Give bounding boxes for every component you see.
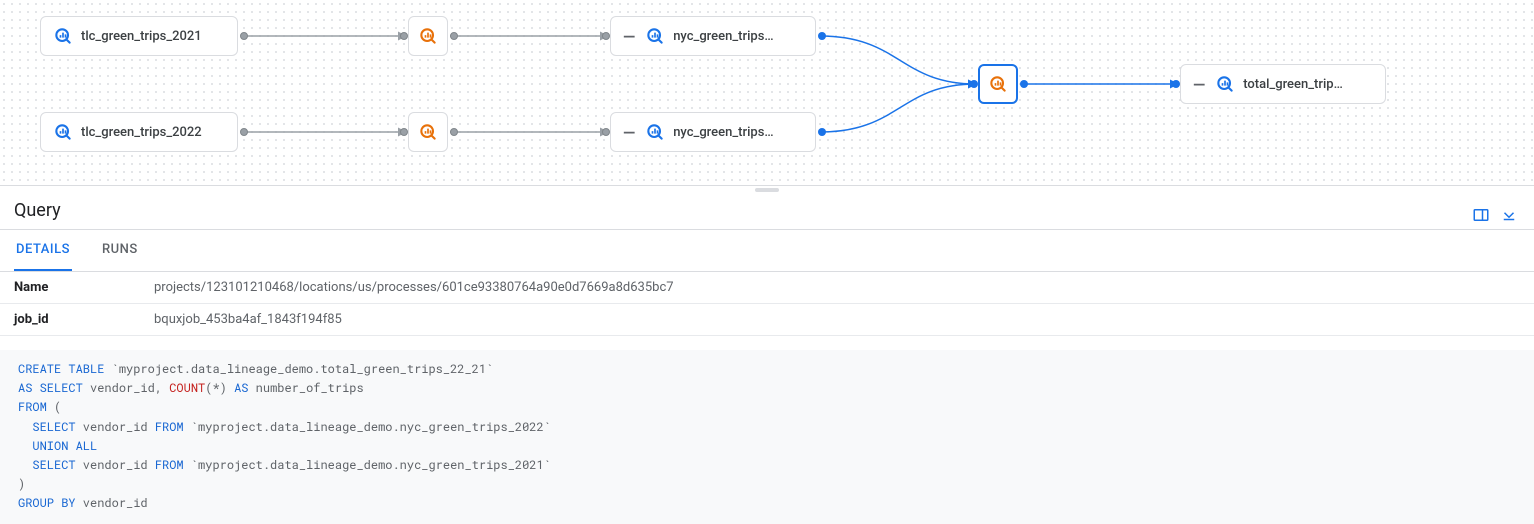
minus-icon: — <box>623 123 635 142</box>
panel-tabs: DETAILS RUNS <box>0 230 1534 272</box>
port-dot <box>240 32 248 40</box>
detail-value: projects/123101210468/locations/us/proce… <box>154 280 674 295</box>
port-dot <box>818 32 826 40</box>
detail-row-jobid: job_id bquxjob_453ba4af_1843f194f85 <box>0 304 1534 336</box>
minus-icon: — <box>1193 75 1205 94</box>
bigquery-icon <box>53 26 73 46</box>
detail-row-name: Name projects/123101210468/locations/us/… <box>0 272 1534 304</box>
port-dot <box>1172 80 1180 88</box>
bigquery-process-icon <box>988 74 1008 94</box>
bigquery-icon <box>645 26 665 46</box>
collapse-panel-icon[interactable] <box>1500 206 1518 224</box>
port-dot <box>970 80 978 88</box>
table-node-tlc-2022[interactable]: tlc_green_trips_2022 <box>40 112 238 152</box>
detail-label: Name <box>14 280 154 295</box>
port-dot <box>1020 80 1028 88</box>
port-dot <box>400 32 408 40</box>
port-dot <box>450 128 458 136</box>
port-dot <box>818 128 826 136</box>
tab-details[interactable]: DETAILS <box>14 230 72 271</box>
bigquery-icon <box>53 122 73 142</box>
sql-block: CREATE TABLE `myproject.data_lineage_dem… <box>0 350 1534 524</box>
port-dot <box>450 32 458 40</box>
node-label: nyc_green_trips… <box>673 29 773 44</box>
bigquery-process-icon <box>418 26 438 46</box>
process-node[interactable] <box>408 16 448 56</box>
panel-title: Query <box>14 200 61 229</box>
panel-splitter[interactable] <box>0 186 1534 194</box>
detail-label: job_id <box>14 312 154 327</box>
lineage-graph-canvas[interactable]: tlc_green_trips_2021 — nyc_green_trips… … <box>0 0 1534 186</box>
table-node-total[interactable]: — total_green_trip… <box>1180 64 1386 104</box>
process-node-selected[interactable] <box>978 64 1018 104</box>
port-dot <box>240 128 248 136</box>
minus-icon: — <box>623 27 635 46</box>
detail-value: bquxjob_453ba4af_1843f194f85 <box>154 312 342 327</box>
port-dot <box>602 32 610 40</box>
process-node[interactable] <box>408 112 448 152</box>
port-dot <box>602 128 610 136</box>
bigquery-icon <box>645 122 665 142</box>
table-node-nyc-2[interactable]: — nyc_green_trips… <box>610 112 816 152</box>
bigquery-process-icon <box>418 122 438 142</box>
node-label: total_green_trip… <box>1243 77 1343 92</box>
bigquery-icon <box>1215 74 1235 94</box>
table-node-tlc-2021[interactable]: tlc_green_trips_2021 <box>40 16 238 56</box>
node-label: tlc_green_trips_2021 <box>81 29 202 44</box>
tab-runs[interactable]: RUNS <box>100 230 140 271</box>
table-node-nyc-1[interactable]: — nyc_green_trips… <box>610 16 816 56</box>
port-dot <box>400 128 408 136</box>
node-label: nyc_green_trips… <box>673 125 773 140</box>
side-panel-icon[interactable] <box>1472 206 1490 224</box>
node-label: tlc_green_trips_2022 <box>81 125 202 140</box>
